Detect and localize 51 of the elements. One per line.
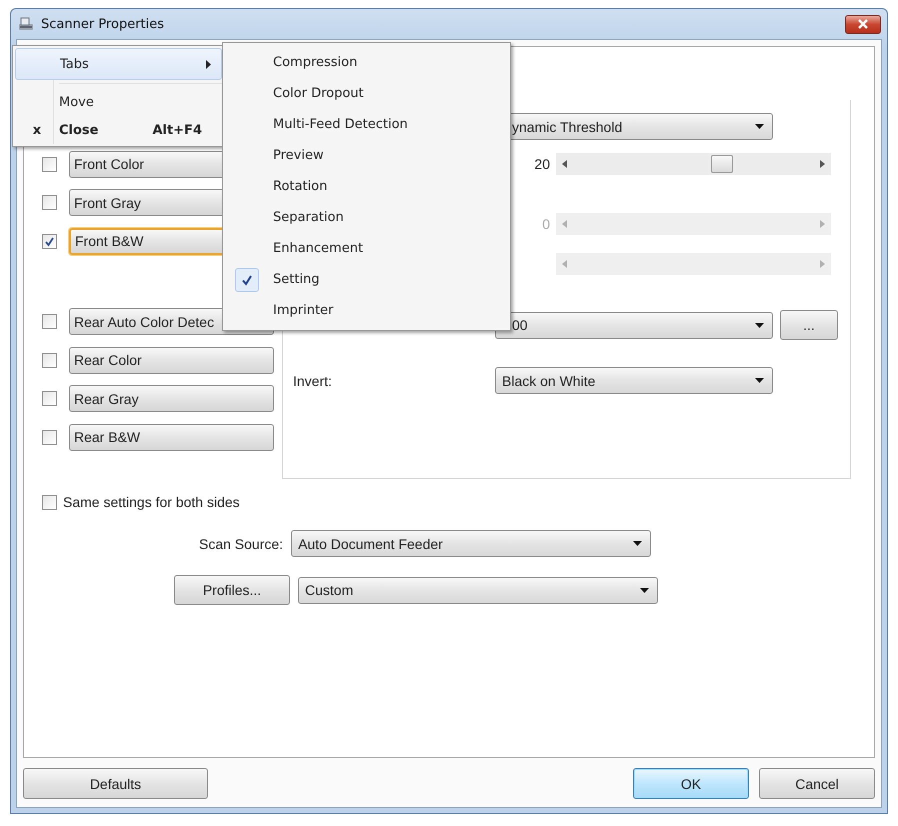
right-arrow-icon — [820, 260, 825, 268]
right-arrow-icon — [820, 220, 825, 228]
invert-label: Invert: — [292, 372, 333, 388]
caret-icon — [640, 588, 649, 592]
checkbox[interactable] — [42, 391, 57, 406]
menu-item[interactable]: Move — [15, 88, 222, 116]
profile-dropdown[interactable]: Custom — [298, 576, 658, 604]
menu-item[interactable]: Setting — [225, 264, 508, 295]
checkbox[interactable] — [42, 234, 57, 249]
image-type-button[interactable]: Rear B&W — [69, 424, 274, 451]
checkbox[interactable] — [42, 195, 57, 210]
dialog-button[interactable]: Cancel — [759, 768, 875, 799]
scanner-icon — [17, 15, 35, 33]
caret-icon — [633, 541, 642, 546]
slider-track[interactable] — [556, 213, 831, 235]
caret-icon — [755, 124, 764, 129]
menu-item[interactable]: Color Dropout — [225, 78, 508, 109]
invert-dropdown[interactable]: Black on White — [495, 367, 773, 394]
browse-button[interactable]: ... — [780, 310, 838, 340]
left-arrow-icon — [562, 220, 567, 228]
caret-icon — [755, 322, 764, 328]
submenu-arrow-icon — [206, 60, 211, 68]
dialog-button[interactable]: OK — [633, 768, 749, 799]
resolution-dropdown[interactable]: 00 — [495, 312, 773, 338]
dialog-button[interactable]: Defaults — [23, 768, 208, 799]
checkbox[interactable] — [42, 430, 57, 445]
menu-item[interactable]: Compression — [225, 47, 508, 78]
checkbox[interactable] — [42, 494, 57, 510]
left-arrow-icon — [562, 160, 567, 168]
checkbox[interactable] — [42, 352, 57, 368]
profiles-button[interactable]: Profiles... — [174, 575, 290, 605]
check-icon — [241, 274, 253, 286]
slider-value: 0 — [541, 216, 551, 232]
menu-item[interactable]: x Close Alt+F4 — [15, 116, 222, 144]
close-button[interactable] — [845, 14, 881, 34]
checkbox[interactable] — [42, 156, 57, 172]
image-type-button[interactable]: Rear Color — [69, 346, 274, 374]
scan-source-dropdown[interactable]: Auto Document Feeder — [291, 530, 652, 557]
slider-thumb[interactable] — [710, 155, 733, 173]
left-arrow-icon — [562, 260, 567, 268]
checkbox-label: Same settings for both sides — [63, 494, 240, 510]
slider-track[interactable] — [556, 153, 831, 175]
close-icon — [856, 18, 870, 30]
caret-icon — [755, 378, 764, 383]
image-type-button[interactable]: Rear Gray — [69, 385, 274, 412]
window-title: Scanner Properties — [41, 16, 164, 32]
scan-source-label: Scan Source: — [199, 536, 284, 552]
right-arrow-icon — [820, 160, 825, 168]
menu-item[interactable]: Tabs — [15, 48, 222, 80]
checkbox[interactable] — [42, 314, 57, 330]
slider-value: 20 — [533, 156, 551, 172]
